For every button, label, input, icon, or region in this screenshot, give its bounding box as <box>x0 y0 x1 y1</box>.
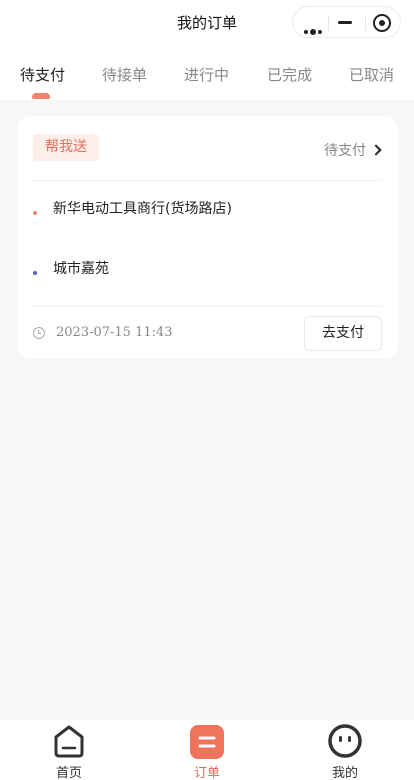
order-time: 2023-07-15 11:43 <box>56 325 173 340</box>
order-status[interactable]: 待支付 <box>324 140 382 160</box>
profile-icon <box>328 724 362 758</box>
bottom-tab-label: 我的 <box>331 766 358 780</box>
bottom-tab-orders[interactable]: 订单 <box>167 720 247 780</box>
pickup-dot-icon <box>33 211 37 215</box>
bottom-tab-label: 首页 <box>55 766 82 780</box>
minimize-icon[interactable] <box>338 21 352 24</box>
tab-pending-payment[interactable]: 待支付 <box>20 64 65 85</box>
more-icon[interactable] <box>304 21 324 35</box>
delivery-dot-icon <box>33 271 37 275</box>
divider <box>33 180 382 181</box>
navigation-bar: 我的订单 <box>0 0 414 46</box>
order-card[interactable]: 帮我送 待支付 新华电动工具商行(货场路店) 城市嘉苑 2023-07-15 1… <box>17 116 398 359</box>
pickup-address: 新华电动工具商行(货场路店) <box>53 201 232 217</box>
bottom-tab-bar: 首页 订单 我的 <box>0 720 414 780</box>
order-type-badge: 帮我送 <box>33 134 99 161</box>
mini-program-capsule <box>292 6 401 38</box>
delivery-address: 城市嘉苑 <box>53 261 109 277</box>
bottom-tab-home[interactable]: 首页 <box>29 720 109 780</box>
tab-completed[interactable]: 已完成 <box>267 64 312 85</box>
chevron-right-icon <box>370 144 382 156</box>
order-status-label: 待支付 <box>324 143 366 159</box>
order-icon <box>190 725 224 759</box>
tab-pending-acceptance[interactable]: 待接单 <box>102 64 147 85</box>
tab-cancelled[interactable]: 已取消 <box>349 64 394 85</box>
pay-button[interactable]: 去支付 <box>304 316 382 351</box>
capsule-divider <box>328 15 329 31</box>
bottom-tab-label: 订单 <box>193 766 220 780</box>
bottom-tab-profile[interactable]: 我的 <box>305 720 385 780</box>
order-status-tabs: 待支付 待接单 进行中 已完成 已取消 <box>0 46 414 100</box>
clock-icon <box>33 327 45 339</box>
target-icon[interactable] <box>373 14 391 32</box>
divider <box>33 306 382 307</box>
capsule-divider <box>365 15 366 31</box>
active-tab-indicator <box>32 93 50 99</box>
home-icon <box>54 725 84 758</box>
tab-in-progress[interactable]: 进行中 <box>184 64 229 85</box>
